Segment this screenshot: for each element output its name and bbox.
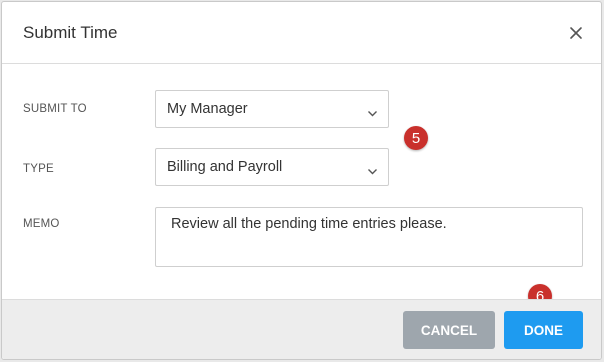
type-select[interactable]: Billing and Payroll xyxy=(155,148,389,186)
submit-to-value: My Manager xyxy=(167,101,248,117)
chevron-down-icon xyxy=(367,105,378,117)
dialog-header: Submit Time xyxy=(2,2,601,64)
memo-text: Review all the pending time entries plea… xyxy=(171,216,447,232)
type-value: Billing and Payroll xyxy=(167,159,283,175)
dialog-footer: CANCEL DONE xyxy=(2,299,601,359)
dialog-title: Submit Time xyxy=(23,23,118,42)
step-5-badge: 5 xyxy=(404,126,428,150)
chevron-down-icon xyxy=(367,163,378,175)
submit-time-dialog: Submit Time SUBMIT TO My Manager TYPE Bi… xyxy=(1,1,602,360)
cancel-button[interactable]: CANCEL xyxy=(403,311,495,349)
submit-to-label: SUBMIT TO xyxy=(23,103,87,115)
type-label: TYPE xyxy=(23,163,54,175)
close-icon[interactable] xyxy=(567,24,585,42)
memo-label: MEMO xyxy=(23,218,60,230)
submit-to-select[interactable]: My Manager xyxy=(155,90,389,128)
memo-textarea[interactable]: Review all the pending time entries plea… xyxy=(155,207,583,267)
done-button[interactable]: DONE xyxy=(504,311,583,349)
